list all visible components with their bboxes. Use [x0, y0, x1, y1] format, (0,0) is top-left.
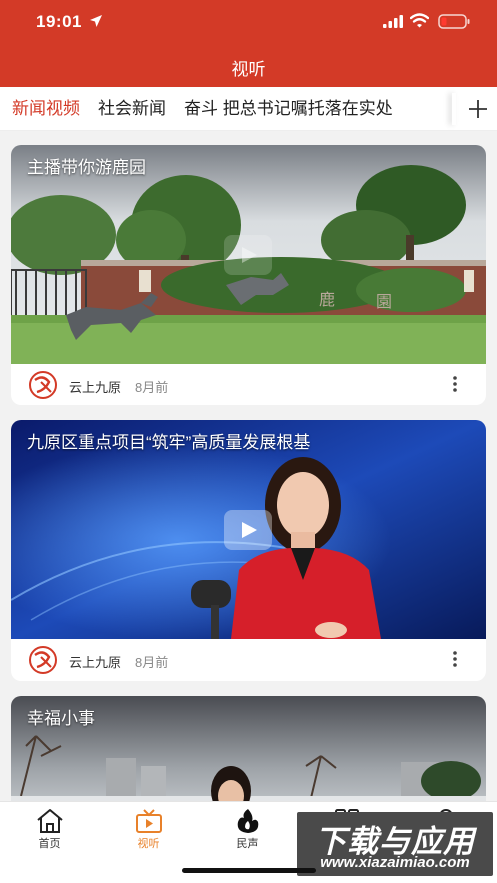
video-title: 幸福小事 [27, 709, 95, 728]
svg-text:鹿: 鹿 [319, 290, 335, 309]
wifi-icon [410, 13, 429, 28]
source-name[interactable]: 云上九原 [69, 377, 121, 396]
plus-icon [469, 100, 487, 118]
publish-time: 8月前 [135, 655, 169, 670]
nav-label: 民声 [236, 838, 259, 850]
tab-news-video[interactable]: 新闻视频 [0, 87, 86, 130]
more-options-icon[interactable] [447, 374, 463, 394]
more-options-icon[interactable] [447, 649, 463, 669]
source-name[interactable]: 云上九原 [69, 652, 121, 671]
publish-time: 8月前 [135, 380, 169, 395]
tab-struggle[interactable]: 奋斗 把总书记嘱托落在实处 [172, 87, 399, 130]
video-card[interactable]: 鹿 園 主播带你游鹿园 云上九原 8月前 [11, 145, 486, 405]
tab-social-news[interactable]: 社会新闻 [86, 87, 172, 130]
video-thumbnail[interactable]: 鹿 園 主播带你游鹿园 [11, 145, 486, 364]
add-channel-button[interactable] [458, 87, 497, 130]
video-meta: 云上九原 8月前 [11, 364, 486, 405]
video-title: 九原区重点项目“筑牢”高质量发展根基 [27, 433, 311, 452]
page-title: 视听 [231, 60, 266, 79]
video-card[interactable]: 九原区重点项目“筑牢”高质量发展根基 云上九原 8月前 [11, 420, 486, 681]
play-button[interactable] [224, 510, 272, 550]
play-button[interactable] [224, 235, 272, 275]
video-thumbnail[interactable]: 幸福小事 [11, 696, 486, 816]
video-thumbnail[interactable]: 九原区重点项目“筑牢”高质量发展根基 [11, 420, 486, 639]
play-icon [242, 522, 257, 538]
home-icon [37, 809, 63, 833]
category-tabs: 新闻视频 社会新闻 奋斗 把总书记嘱托落在实处 [0, 87, 452, 130]
watermark-url: www.xiazaimiao.com [320, 854, 470, 871]
signal-icon [383, 15, 403, 28]
nav-media[interactable]: 视听 [99, 802, 198, 862]
watermark: 下载与应用 www.xiazaimiao.com [297, 812, 493, 876]
tab-divider [452, 93, 456, 125]
status-bar: 19:01 [0, 0, 497, 44]
tabs-fade [444, 93, 452, 125]
battery-low-icon [438, 14, 470, 29]
home-indicator[interactable] [182, 868, 316, 873]
video-meta: 云上九原 8月前 [11, 639, 486, 680]
svg-text:園: 園 [376, 292, 392, 311]
nav-label: 首页 [38, 838, 61, 850]
video-card[interactable]: 幸福小事 [11, 696, 486, 816]
flame-icon [237, 809, 259, 833]
source-logo-icon [29, 646, 57, 674]
video-title: 主播带你游鹿园 [27, 158, 146, 177]
tv-icon [136, 809, 162, 833]
source-logo-icon [29, 371, 57, 399]
app-header: 19:01 视听 [0, 0, 497, 87]
nav-label: 视听 [137, 838, 160, 850]
nav-home[interactable]: 首页 [0, 802, 99, 862]
location-arrow-icon [90, 15, 102, 27]
nav-voice[interactable]: 民声 [198, 802, 297, 862]
play-icon [242, 247, 257, 263]
status-time: 19:01 [36, 12, 82, 31]
category-tabbar: 新闻视频 社会新闻 奋斗 把总书记嘱托落在实处 [0, 87, 497, 131]
